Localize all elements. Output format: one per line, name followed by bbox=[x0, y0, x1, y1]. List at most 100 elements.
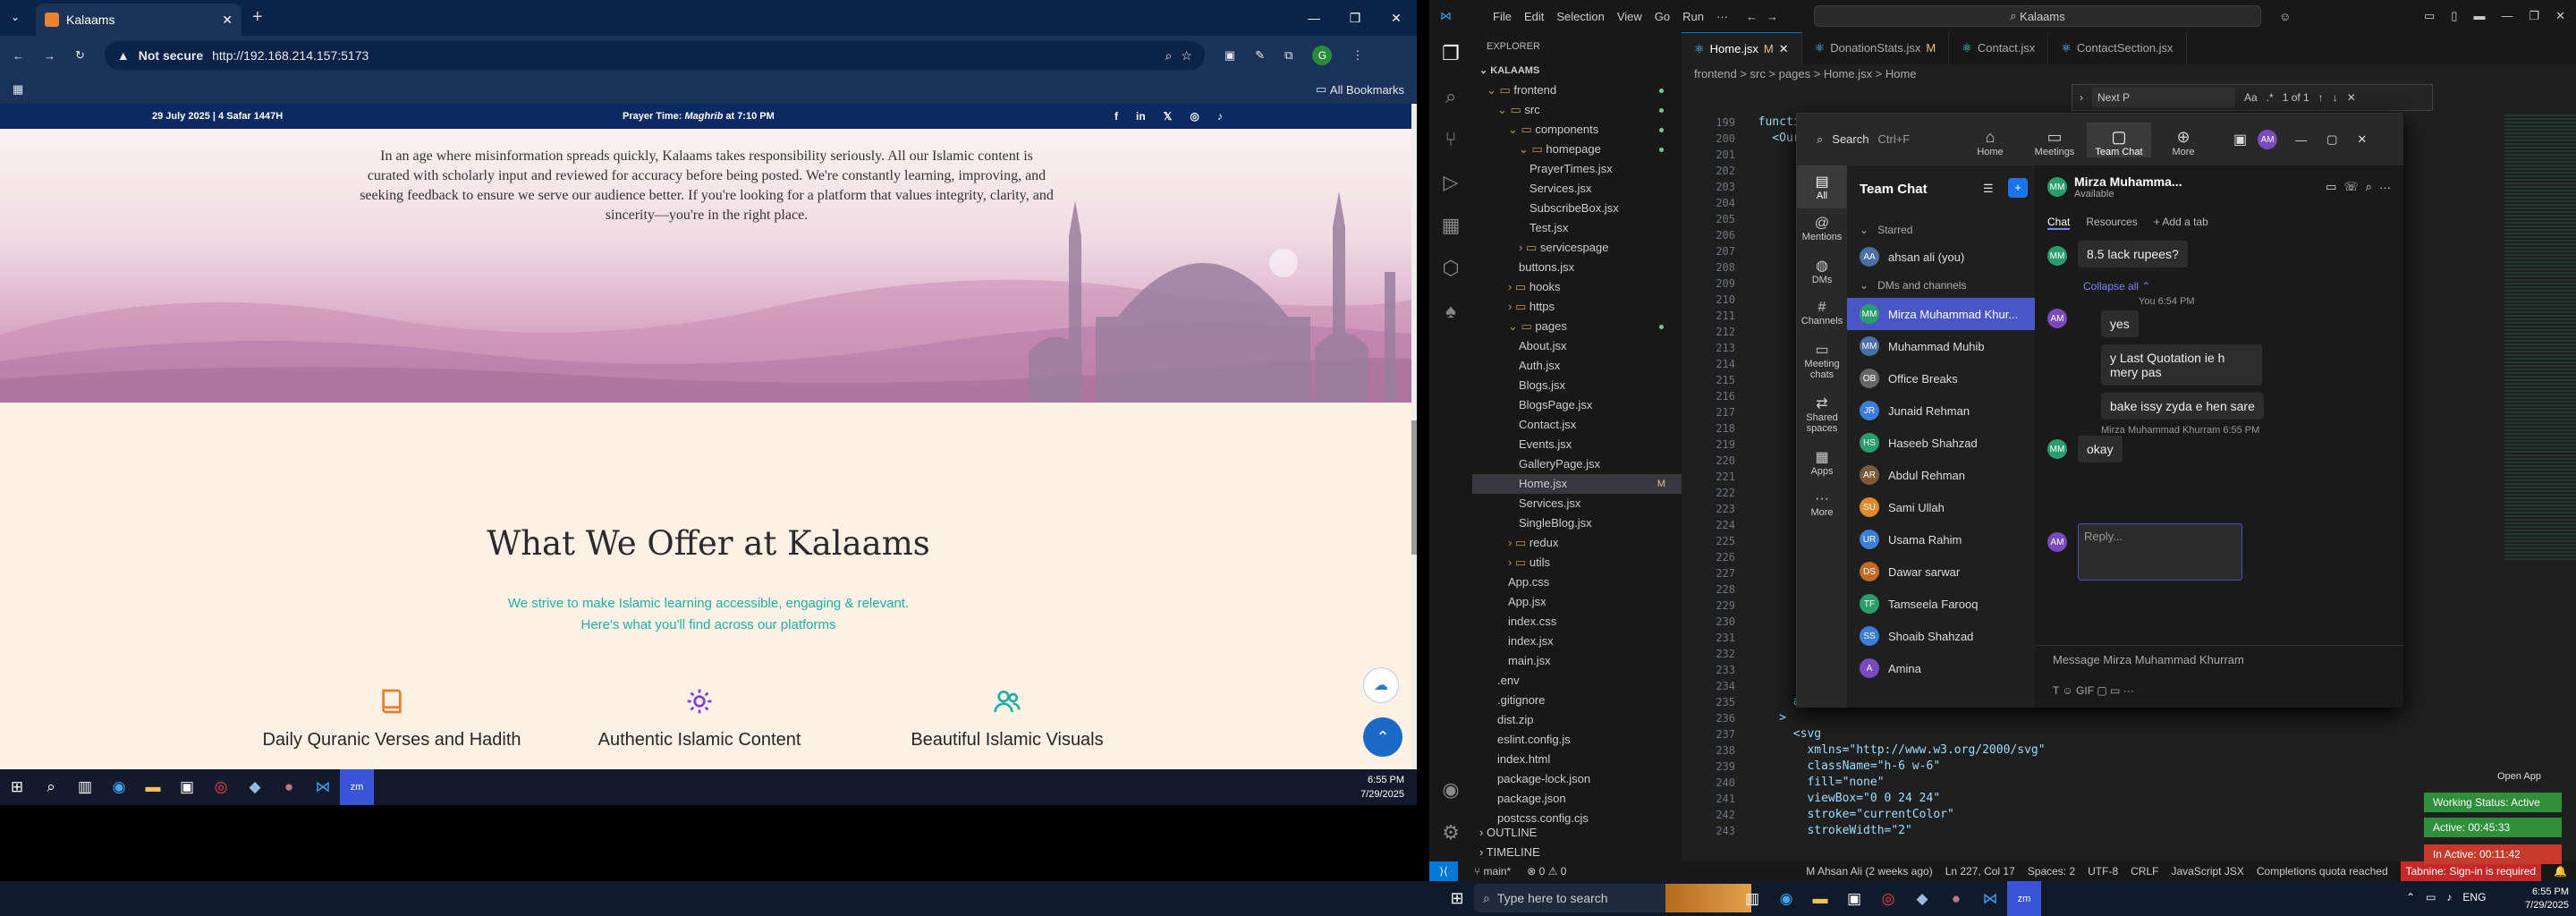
find-input[interactable]: Next P bbox=[2092, 88, 2235, 107]
chat-item[interactable]: MM Mirza Muhammad Khur... bbox=[1847, 298, 2035, 330]
chat-item[interactable]: TF Tamseela Farooq bbox=[1847, 588, 2035, 620]
puzzle-icon[interactable]: ⧉ bbox=[1284, 48, 1292, 63]
chrome-icon[interactable]: ◎ bbox=[1871, 881, 1905, 916]
linkedin-icon[interactable]: in bbox=[1136, 110, 1146, 123]
panel-toggle-icon[interactable]: ▬ bbox=[2473, 9, 2485, 23]
reload-icon[interactable]: ↻ bbox=[75, 48, 85, 63]
tree-file[interactable]: Blogs.jsx bbox=[1472, 376, 1682, 395]
chat-item[interactable]: SU Sami Ullah bbox=[1847, 491, 2035, 523]
cursor-position[interactable]: Ln 227, Col 17 bbox=[1945, 865, 2015, 878]
store-icon[interactable]: ▣ bbox=[1837, 881, 1871, 916]
tray-chevron-icon[interactable]: ⌃ bbox=[2406, 891, 2415, 903]
git-branch[interactable]: ⑂ main* bbox=[1474, 865, 1511, 878]
previous-match-icon[interactable]: ↑ bbox=[2318, 91, 2324, 104]
bookmark-star-icon[interactable]: ☆ bbox=[1181, 48, 1192, 64]
tree-file[interactable]: Home.jsx M bbox=[1472, 474, 1682, 494]
tree-file[interactable]: Contact.jsx bbox=[1472, 415, 1682, 435]
minimize-icon[interactable]: — bbox=[2501, 9, 2512, 23]
vscode-icon[interactable]: ⋈ bbox=[306, 769, 340, 805]
taskbar-clock[interactable]: 6:55 PM 7/29/2025 bbox=[2497, 886, 2569, 912]
tree-file[interactable]: index.css bbox=[1472, 612, 1682, 632]
facebook-icon[interactable]: f bbox=[1114, 110, 1118, 123]
phone-icon[interactable]: ☏ bbox=[2343, 180, 2358, 194]
x-icon[interactable]: 𝕏 bbox=[1164, 110, 1173, 123]
message[interactable]: bake issy zyda e hen sare bbox=[2101, 393, 2264, 420]
tree-file[interactable]: GalleryPage.jsx bbox=[1472, 454, 1682, 474]
app-icon[interactable]: ◆ bbox=[1905, 881, 1939, 916]
tab-kalaams[interactable]: Kalaams ✕ bbox=[36, 4, 242, 36]
rail-apps[interactable]: ▦ Apps bbox=[1797, 441, 1847, 484]
message[interactable]: y Last Quotation ie h mery pas bbox=[2101, 344, 2262, 386]
tree-folder[interactable]: › ▭ utils bbox=[1472, 553, 1682, 572]
collapse-all-link[interactable]: Collapse all ⌃ bbox=[2083, 280, 2150, 293]
code-line[interactable]: className="h-6 w-6" bbox=[1744, 759, 2567, 775]
taskbar-search[interactable]: ⌕ Type here to search bbox=[1474, 884, 1671, 912]
chat-item[interactable]: MM Muhammad Muhib bbox=[1847, 330, 2035, 362]
maximize-icon[interactable]: ▢ bbox=[2326, 132, 2337, 147]
github-icon[interactable]: ● bbox=[272, 769, 306, 805]
tree-file[interactable]: index.jsx bbox=[1472, 632, 1682, 651]
tiktok-icon[interactable]: ♪ bbox=[1217, 110, 1223, 123]
chat-item[interactable]: A Amina bbox=[1847, 652, 2035, 684]
remote-indicator-icon[interactable]: ⟩⟨ bbox=[1429, 861, 1458, 881]
dms-section[interactable]: ⌄ DMs and channels bbox=[1847, 273, 2035, 298]
next-match-icon[interactable]: ↓ bbox=[2333, 91, 2338, 104]
breadcrumb[interactable]: frontend > src > pages > Home.jsx > Home bbox=[1682, 64, 2576, 84]
tree-file[interactable]: index.html bbox=[1472, 750, 1682, 769]
tab-contact-jsx[interactable]: ⚛ Contact.jsx bbox=[1949, 32, 2049, 64]
account-icon[interactable]: ◉ bbox=[1429, 768, 1472, 811]
tree-file[interactable]: Services.jsx bbox=[1472, 494, 1682, 513]
tab-chat[interactable]: Chat bbox=[2047, 216, 2071, 230]
rail-dms[interactable]: ◍ DMs bbox=[1797, 250, 1847, 293]
apps-icon[interactable]: ▦ bbox=[13, 82, 23, 97]
regex-icon[interactable]: .* bbox=[2267, 91, 2274, 104]
chat-item[interactable]: HS Haseeb Shahzad bbox=[1847, 427, 2035, 459]
menu-view[interactable]: View bbox=[1617, 10, 1642, 23]
warning-icon[interactable]: ▲ bbox=[117, 48, 130, 63]
file-explorer-icon[interactable]: ▬ bbox=[1803, 881, 1837, 916]
rail-all[interactable]: ▤ All bbox=[1797, 165, 1847, 208]
tab-home-jsx[interactable]: ⚛ Home.jsx M ✕ bbox=[1682, 32, 1802, 64]
tree-file[interactable]: About.jsx bbox=[1472, 336, 1682, 356]
problems-count[interactable]: ⊗ 0 ⚠ 0 bbox=[1527, 865, 1566, 878]
search-icon[interactable]: ⌕ bbox=[34, 769, 68, 805]
tab-resources[interactable]: Resources bbox=[2086, 216, 2137, 230]
minimize-icon[interactable]: — bbox=[1293, 0, 1335, 36]
file-explorer-icon[interactable]: ▬ bbox=[136, 769, 170, 805]
tree-folder[interactable]: › ▭ hooks bbox=[1472, 277, 1682, 297]
tree-file[interactable]: BlogsPage.jsx bbox=[1472, 395, 1682, 415]
address-bar[interactable]: ▲ Not secure http://192.168.214.157:5173… bbox=[104, 41, 1205, 70]
code-line[interactable]: > bbox=[1744, 710, 2567, 726]
settings-gear-icon[interactable]: ⚙ bbox=[1429, 811, 1472, 854]
filter-icon[interactable]: ☰ bbox=[1983, 182, 1994, 196]
eol[interactable]: CRLF bbox=[2131, 865, 2158, 878]
extension-icon[interactable]: ▣ bbox=[1224, 48, 1235, 63]
menu-go[interactable]: Go bbox=[1655, 10, 1670, 23]
url-text[interactable]: http://192.168.214.157:5173 bbox=[212, 48, 369, 63]
code-line[interactable]: xmlns="http://www.w3.org/2000/svg" bbox=[1744, 742, 2567, 759]
copilot-quota[interactable]: Completions quota reached bbox=[2257, 865, 2388, 878]
task-view-icon[interactable]: ▥ bbox=[1735, 881, 1769, 916]
tree-file[interactable]: App.jsx bbox=[1472, 592, 1682, 612]
bell-icon[interactable]: 🔔 bbox=[2554, 865, 2567, 878]
tree-file[interactable]: Events.jsx bbox=[1472, 435, 1682, 454]
restore-icon[interactable]: ❐ bbox=[2529, 9, 2539, 23]
team-chat-search[interactable]: ⌕ Search Ctrl+F bbox=[1817, 132, 1933, 147]
search-icon[interactable]: ⌕ bbox=[2366, 180, 2372, 194]
topnav-more[interactable]: ⊕ More bbox=[2151, 123, 2216, 157]
video-icon[interactable]: ▭ bbox=[2326, 180, 2336, 194]
tree-file[interactable]: PrayerTimes.jsx bbox=[1472, 159, 1682, 179]
menu-edit[interactable]: Edit bbox=[1524, 10, 1544, 23]
forward-icon[interactable]: → bbox=[1767, 10, 1778, 23]
tree-file[interactable]: package.json bbox=[1472, 789, 1682, 809]
vscode-icon[interactable]: ⋈ bbox=[1973, 881, 2007, 916]
copilot-icon[interactable]: ☺ bbox=[2279, 10, 2291, 23]
tree-file[interactable]: Services.jsx bbox=[1472, 179, 1682, 199]
tree-file[interactable]: .env bbox=[1472, 671, 1682, 691]
expand-replace-icon[interactable]: › bbox=[2080, 91, 2083, 104]
close-tab-icon[interactable]: ✕ bbox=[222, 13, 233, 28]
tab-donationstats-jsx[interactable]: ⚛ DonationStats.jsx M bbox=[1802, 32, 1950, 64]
scroll-to-top-button[interactable]: ⌃ bbox=[1363, 717, 1402, 757]
leaf-icon[interactable]: ♠ bbox=[1429, 290, 1472, 333]
task-view-icon[interactable]: ▥ bbox=[68, 769, 102, 805]
